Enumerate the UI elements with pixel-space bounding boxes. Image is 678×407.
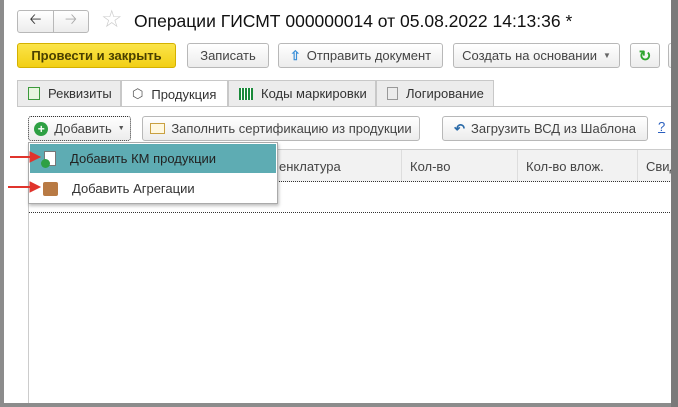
document-icon (28, 87, 40, 100)
window-right-edge (671, 0, 678, 407)
save-button[interactable]: Записать (187, 43, 269, 68)
plus-circle-icon: + (34, 121, 49, 136)
chevron-down-icon: ▼ (117, 125, 125, 132)
column-header-nested-quantity[interactable]: Кол-во влож. (518, 150, 638, 182)
add-button[interactable]: + Добавить ▼ (28, 116, 131, 141)
red-arrow-icon (8, 181, 42, 193)
table-row-end (29, 212, 672, 213)
send-document-button[interactable]: ⇧ Отправить документ (278, 43, 443, 68)
barcode-icon (239, 87, 253, 100)
tab-requisites[interactable]: Реквизиты (17, 80, 121, 106)
load-template-icon: ↶ (454, 120, 465, 136)
package-icon (43, 181, 58, 196)
load-vsd-button[interactable]: ↶ Загрузить ВСД из Шаблона (442, 116, 648, 141)
box-icon: ⬡ (132, 86, 144, 101)
menu-item-add-km[interactable]: Добавить КМ продукции (30, 144, 276, 173)
document-add-icon (41, 151, 56, 168)
post-and-close-button[interactable]: Провести и закрыть (17, 43, 176, 68)
favorite-star-icon[interactable]: ☆ (101, 5, 123, 34)
fill-certification-button[interactable]: Заполнить сертификацию из продукции (142, 116, 420, 141)
page-title: Операции ГИСМТ 000000014 от 05.08.2022 1… (134, 11, 573, 31)
forward-button[interactable]: 🡢 (53, 10, 89, 33)
arrow-right-icon: 🡢 (64, 11, 78, 28)
tab-products[interactable]: ⬡ Продукция (121, 80, 228, 107)
arrow-left-icon: 🡠 (29, 11, 42, 28)
certificate-icon (150, 123, 166, 134)
column-header-certificate[interactable]: Свид (638, 150, 677, 182)
red-arrow-icon (10, 151, 42, 163)
refresh-button[interactable]: ↻ (630, 43, 660, 68)
help-link[interactable]: ? (658, 119, 665, 134)
create-based-on-button[interactable]: Создать на основании ▼ (453, 43, 620, 68)
back-button[interactable]: 🡠 (17, 10, 54, 33)
list-icon (387, 87, 398, 100)
upload-icon: ⇧ (289, 47, 301, 63)
chevron-down-icon: ▼ (602, 51, 611, 60)
annotation-arrows (8, 151, 42, 193)
tab-divider (17, 106, 672, 107)
add-dropdown-menu: Добавить КМ продукции Добавить Агрегации (28, 142, 278, 204)
column-header-quantity[interactable]: Кол-во (402, 150, 518, 182)
tab-logging[interactable]: Логирование (376, 80, 494, 106)
tab-marking-codes[interactable]: Коды маркировки (228, 80, 376, 106)
refresh-icon: ↻ (638, 47, 652, 65)
menu-item-add-aggregation[interactable]: Добавить Агрегации (29, 174, 277, 203)
